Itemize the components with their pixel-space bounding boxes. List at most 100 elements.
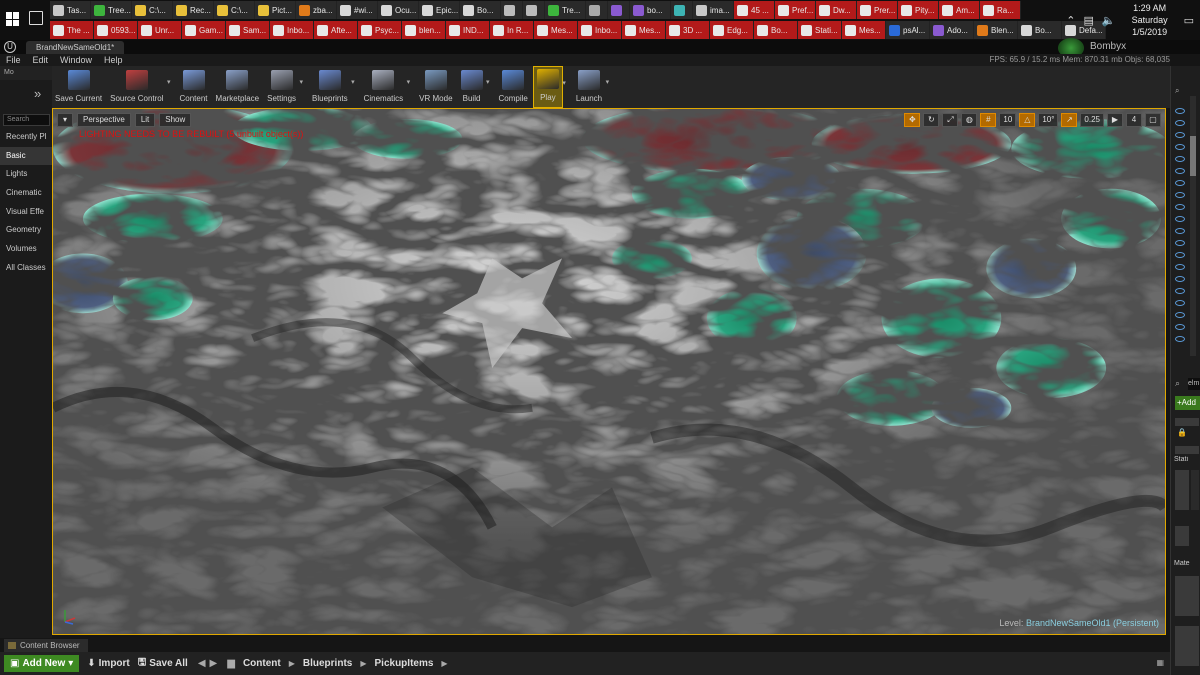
rotation-snap-icon[interactable]: △ <box>1019 113 1036 127</box>
visibility-eye-icon[interactable] <box>1175 336 1185 342</box>
taskbar-app-button[interactable]: Ra... <box>980 1 1021 19</box>
scale-snap-icon[interactable]: ↗ <box>1061 113 1078 127</box>
clock[interactable]: 1:29 AM Saturday 1/5/2019 <box>1124 2 1176 38</box>
outliner-scrollbar[interactable] <box>1190 96 1196 356</box>
breadcrumb-content[interactable]: Content <box>243 658 281 669</box>
taskbar-app-button[interactable]: blen... <box>402 21 446 39</box>
visibility-eye-icon[interactable] <box>1175 324 1185 330</box>
marketplace-button[interactable]: Marketplace <box>213 66 263 108</box>
network-icon[interactable]: ▤ <box>1083 14 1093 27</box>
place-category-item[interactable]: Basic <box>0 146 52 166</box>
translate-icon[interactable]: ✥ <box>904 113 921 127</box>
taskbar-app-button[interactable]: Pref... <box>775 1 816 19</box>
taskbar-app-button[interactable]: ima... <box>693 1 734 19</box>
save-current-button[interactable]: Save Current <box>52 66 105 108</box>
taskbar-app-button[interactable]: Gam... <box>182 21 226 39</box>
breadcrumb-separator-icon[interactable]: ▶ <box>289 659 295 668</box>
visibility-eye-icon[interactable] <box>1175 312 1185 318</box>
details-search-input[interactable]: elm <box>1188 378 1200 390</box>
taskbar-app-button[interactable]: bo... <box>630 1 671 19</box>
menu-help[interactable]: Help <box>98 54 129 66</box>
taskbar-app-button[interactable] <box>586 1 608 19</box>
history-icon[interactable]: ▦ <box>1156 658 1164 667</box>
grid-snap-value[interactable]: 10 <box>999 113 1017 127</box>
place-category-item[interactable]: Cinematic <box>0 184 52 203</box>
outliner-search-icon[interactable]: ⌕ <box>1175 86 1179 96</box>
level-viewport[interactable]: ▾ Perspective Lit Show ✥ ↻ ⤢ ◍ # 10 △ 10… <box>52 108 1166 635</box>
world-icon[interactable]: ◍ <box>961 113 978 127</box>
taskbar-app-button[interactable]: C:\... <box>132 1 173 19</box>
taskbar-app-button[interactable] <box>671 1 693 19</box>
visibility-eye-icon[interactable] <box>1175 108 1185 114</box>
taskbar-app-button[interactable]: Ocu... <box>378 1 419 19</box>
visibility-eye-icon[interactable] <box>1175 156 1185 162</box>
collapse-icon[interactable]: » <box>34 86 41 101</box>
viewport-scene[interactable] <box>53 109 1165 634</box>
place-category-item[interactable]: Recently Pl <box>0 128 52 147</box>
taskbar-app-button[interactable]: Bo... <box>1018 21 1062 39</box>
visibility-eye-icon[interactable] <box>1175 216 1185 222</box>
taskbar-app-button[interactable]: Bo... <box>460 1 501 19</box>
modes-tab[interactable]: Mo <box>0 66 52 80</box>
outliner-scroll-thumb[interactable] <box>1190 136 1196 176</box>
maximize-viewport-icon[interactable]: ▢ <box>1145 113 1161 127</box>
chevron-down-icon[interactable]: ▾ <box>486 78 490 86</box>
volume-icon[interactable]: 🔈 <box>1102 14 1116 27</box>
details-section-materials[interactable]: Mate <box>1174 560 1200 572</box>
grid-snap-icon[interactable]: # <box>980 113 997 127</box>
visibility-eye-icon[interactable] <box>1175 300 1185 306</box>
visibility-eye-icon[interactable] <box>1175 120 1185 126</box>
taskbar-app-button[interactable]: Edg... <box>710 21 754 39</box>
menu-edit[interactable]: Edit <box>27 54 55 66</box>
taskbar-app-button[interactable]: Tre... <box>545 1 586 19</box>
forward-icon[interactable]: ▶ <box>210 658 218 669</box>
taskbar-app-button[interactable]: Inbo... <box>270 21 314 39</box>
taskbar-app-button[interactable]: Mes... <box>622 21 666 39</box>
details-field[interactable] <box>1175 526 1189 546</box>
visibility-eye-icon[interactable] <box>1175 240 1185 246</box>
taskbar-app-button[interactable]: Ado... <box>930 21 974 39</box>
play-button[interactable]: Play ▾ <box>532 66 566 108</box>
taskbar-app-button[interactable]: Sam... <box>226 21 270 39</box>
taskbar-app-button[interactable]: psAl... <box>886 21 930 39</box>
camera-speed-icon[interactable]: ▶ <box>1107 113 1123 127</box>
back-icon[interactable]: ◀ <box>198 658 206 669</box>
taskbar-app-button[interactable]: Am... <box>939 1 980 19</box>
add-component-button[interactable]: +Add <box>1175 396 1200 410</box>
chevron-down-icon[interactable]: ▾ <box>167 78 171 86</box>
viewport-menu-button[interactable]: ▾ <box>57 113 74 127</box>
taskbar-app-button[interactable]: Unr... <box>138 21 182 39</box>
taskbar-app-button[interactable]: Blen... <box>974 21 1018 39</box>
details-scrollbar[interactable] <box>1191 470 1199 510</box>
place-category-item[interactable]: Visual Effe <box>0 203 52 222</box>
content-browser-tab[interactable]: Content Browser <box>4 639 88 652</box>
taskbar-app-button[interactable]: 45 ... <box>734 1 775 19</box>
visibility-eye-icon[interactable] <box>1175 192 1185 198</box>
folder-icon[interactable]: ▆ <box>227 658 235 669</box>
taskbar-app-button[interactable]: The ... <box>50 21 94 39</box>
taskbar-app-button[interactable]: Prer... <box>857 1 898 19</box>
source-control-button[interactable]: Source Control ▾ <box>107 66 171 108</box>
save-all-button[interactable]: 🖫 Save All <box>138 655 188 672</box>
place-category-item[interactable]: Lights <box>0 165 52 184</box>
scale-icon[interactable]: ⤢ <box>942 113 959 127</box>
taskbar-app-button[interactable]: Mes... <box>842 21 886 39</box>
camera-speed-value[interactable]: 4 <box>1126 113 1142 127</box>
cinematics-button[interactable]: Cinematics ▾ <box>361 66 410 108</box>
taskbar-app-button[interactable] <box>608 1 630 19</box>
taskbar-app-button[interactable]: 3D ... <box>666 21 710 39</box>
breadcrumb-separator-icon[interactable]: ▶ <box>360 659 366 668</box>
details-section-static-mesh[interactable]: Stati <box>1174 456 1200 468</box>
rotate-icon[interactable]: ↻ <box>923 113 940 127</box>
windows-start-icon[interactable] <box>6 12 20 26</box>
breadcrumb-separator-icon[interactable]: ▶ <box>441 659 447 668</box>
rotation-snap-value[interactable]: 10° <box>1038 113 1059 127</box>
compile-button[interactable]: Compile <box>496 66 531 108</box>
taskbar-app-button[interactable]: Tree... <box>91 1 132 19</box>
level-tab[interactable]: BrandNewSameOld1* <box>26 41 125 54</box>
chevron-down-icon[interactable]: ▾ <box>407 78 411 86</box>
chevron-up-icon[interactable]: ⌃ <box>1066 14 1075 27</box>
add-new-button[interactable]: ▣ Add New ▾ <box>4 655 80 672</box>
perspective-button[interactable]: Perspective <box>77 113 131 127</box>
build-button[interactable]: Build ▾ <box>458 66 490 108</box>
